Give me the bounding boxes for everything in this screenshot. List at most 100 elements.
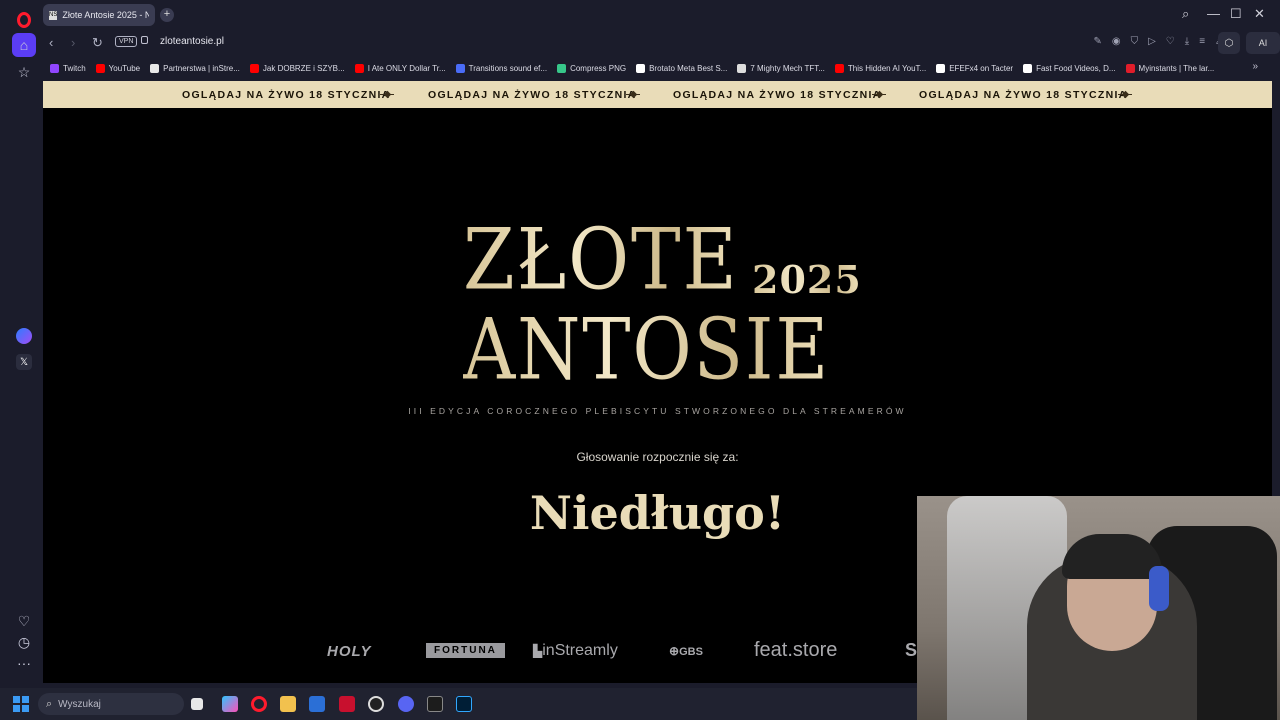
bookmark-label: Compress PNG — [570, 63, 627, 73]
bookmark-favicon-icon — [249, 63, 259, 73]
photoshop-icon[interactable] — [456, 696, 472, 712]
search-icon: ⌕ — [46, 697, 53, 710]
bookmark-item[interactable]: 7 Mighty Mech TFT... — [737, 63, 825, 73]
sponsor-featstore-logo[interactable]: feat.store — [754, 639, 837, 662]
x-twitter-icon[interactable]: 𝕏 — [12, 350, 36, 374]
ticker-text: OGLĄDAJ NA ŻYWO 18 STYCZNIA — [428, 89, 637, 101]
ticker-separator-icon — [626, 90, 640, 98]
tab-active[interactable]: NS Złote Antosie 2025 - Naj — [43, 4, 155, 26]
reload-icon[interactable]: ↻ — [92, 35, 103, 51]
bookmark-item[interactable]: Brotato Meta Best S... — [636, 63, 728, 73]
file-explorer-icon[interactable] — [280, 696, 296, 712]
bookmark-item[interactable]: EFEFx4 on Tacter — [936, 63, 1013, 73]
copilot-icon[interactable] — [222, 696, 238, 712]
bookmark-label: This Hidden AI YouT... — [847, 63, 927, 73]
sponsor-instreamly-text: inStreamly — [542, 642, 618, 659]
minimize-icon[interactable]: — — [1207, 6, 1220, 21]
bookmark-favicon-icon — [150, 63, 160, 73]
opera-taskbar-icon[interactable] — [251, 696, 267, 712]
edit-icon[interactable]: ✎ — [1093, 36, 1101, 47]
tab-title: Złote Antosie 2025 - Naj — [62, 10, 149, 20]
ticker-separator-icon — [1118, 90, 1132, 98]
download-icon[interactable]: ⤓ — [1185, 36, 1189, 47]
bookmark-label: Jak DOBRZE i SZYB... — [262, 63, 345, 73]
bookmark-label: Twitch — [63, 63, 86, 73]
bookmark-favicon-icon — [636, 63, 646, 73]
ai-button[interactable]: AI — [1246, 32, 1280, 54]
bookmark-favicon-icon — [834, 63, 844, 73]
sponsor-holy-logo[interactable]: HOLY — [327, 643, 372, 660]
discord-icon[interactable] — [398, 696, 414, 712]
bookmark-label: Myinstants | The lar... — [1138, 63, 1215, 73]
bookmark-item[interactable]: Partnerstwa | inStre... — [150, 63, 240, 73]
close-window-icon[interactable]: ✕ — [1254, 6, 1265, 22]
obs-icon[interactable] — [368, 696, 384, 712]
taskbar-search-placeholder: Wyszukaj — [58, 698, 101, 710]
opera-logo-icon[interactable] — [12, 8, 36, 32]
menu-icon[interactable]: ≡ — [1199, 36, 1205, 47]
bookmark-item[interactable]: Fast Food Videos, D... — [1023, 63, 1116, 73]
forward-arrow-icon[interactable]: › — [71, 35, 75, 50]
store-icon[interactable] — [309, 696, 325, 712]
home-icon[interactable]: ⌂ — [12, 33, 36, 57]
bookmark-favicon-icon — [936, 63, 946, 73]
bookmark-item[interactable]: I Ate ONLY Dollar Tr... — [354, 63, 446, 73]
bookmark-item[interactable]: Twitch — [50, 63, 86, 73]
bookmark-item[interactable]: Compress PNG — [557, 63, 627, 73]
ticker-separator-icon — [380, 90, 394, 98]
bookmark-item[interactable]: Jak DOBRZE i SZYB... — [249, 63, 345, 73]
bookmark-label: Partnerstwa | inStre... — [163, 63, 240, 73]
ticker-text: OGLĄDAJ NA ŻYWO 18 STYCZNIA — [919, 89, 1128, 101]
taskbar-search[interactable]: ⌕ Wyszukaj — [38, 693, 184, 715]
camera-icon[interactable]: ◉ — [1112, 36, 1121, 47]
bookmark-favicon-icon — [455, 63, 465, 73]
ticker-text: OGLĄDAJ NA ŻYWO 18 STYCZNIA — [182, 89, 391, 101]
maximize-icon[interactable]: ☐ — [1230, 6, 1242, 22]
more-dots-icon[interactable]: ··· — [12, 651, 36, 675]
webcam-person-cap — [1062, 534, 1162, 579]
bookmark-label: Transitions sound ef... — [468, 63, 548, 73]
url-field[interactable]: zloteantosie.pl — [160, 36, 224, 47]
extensions-cube-icon[interactable]: ⬡ — [1218, 32, 1240, 54]
logo-year: 2025 — [752, 257, 862, 302]
play-icon[interactable]: ▷ — [1148, 36, 1156, 47]
bookmark-item[interactable]: YouTube — [95, 63, 140, 73]
star-icon[interactable]: ☆ — [12, 60, 36, 84]
bookmarks-more-icon[interactable]: » — [1252, 61, 1258, 72]
logo-line-2: ANTOSIE — [463, 301, 831, 399]
messenger-icon[interactable] — [12, 324, 36, 348]
toolbar-icons: ✎ ◉ ⛉ ▷ ♡ ⤓ ≡ ♙ — [1093, 36, 1224, 47]
windows-start-icon[interactable] — [13, 696, 29, 712]
tab-favicon-icon: NS — [49, 10, 58, 20]
new-tab-plus-icon[interactable]: + — [160, 8, 174, 22]
bookmark-item[interactable]: This Hidden AI YouT... — [834, 63, 927, 73]
heart-outline-icon[interactable]: ♡ — [1166, 36, 1175, 47]
terminal-icon[interactable] — [427, 696, 443, 712]
ticker-separator-icon — [872, 90, 886, 98]
ticker-banner: OGLĄDAJ NA ŻYWO 18 STYCZNIA OGLĄDAJ NA Ż… — [43, 81, 1272, 108]
back-arrow-icon[interactable]: ‹ — [49, 35, 53, 50]
sponsor-fortuna-logo[interactable]: FORTUNA — [426, 643, 505, 658]
bookmark-favicon-icon — [95, 63, 105, 73]
address-bar: ‹ › ↻ VPN zloteantosie.pl ✎ ◉ ⛉ ▷ ♡ ⤓ ≡ … — [40, 30, 1280, 56]
bookmark-label: I Ate ONLY Dollar Tr... — [367, 63, 446, 73]
app-icon-red[interactable] — [339, 696, 355, 712]
bookmark-favicon-icon — [354, 63, 364, 73]
bookmark-favicon-icon — [557, 63, 567, 73]
bookmark-item[interactable]: Transitions sound ef... — [455, 63, 548, 73]
task-view-icon[interactable] — [191, 698, 203, 710]
lock-icon[interactable] — [141, 36, 148, 44]
opera-sidebar: ⌂ ☆ 𝕏 ♡ ◷ ··· — [0, 0, 48, 690]
sponsor-gbs-logo[interactable]: ⊕GBS — [669, 644, 703, 658]
edition-subtitle: III EDYCJA COROCZNEGO PLEBISCYTU STWORZO… — [408, 406, 907, 416]
bookmark-item[interactable]: Myinstants | The lar... — [1125, 63, 1215, 73]
bookmark-label: Brotato Meta Best S... — [649, 63, 728, 73]
bookmark-favicon-icon — [737, 63, 747, 73]
shield-icon[interactable]: ⛉ — [1131, 36, 1139, 47]
sponsor-partial-logo[interactable]: S — [905, 640, 917, 661]
sponsor-instreamly-logo[interactable]: ▙inStreamly — [533, 642, 618, 660]
bookmark-favicon-icon — [50, 63, 59, 73]
vpn-badge[interactable]: VPN — [115, 36, 138, 47]
bookmarks-bar: Twitch YouTube Partnerstwa | inStre... Jak … — [40, 57, 1280, 79]
search-tabs-icon[interactable]: ⌕ — [1182, 6, 1189, 22]
